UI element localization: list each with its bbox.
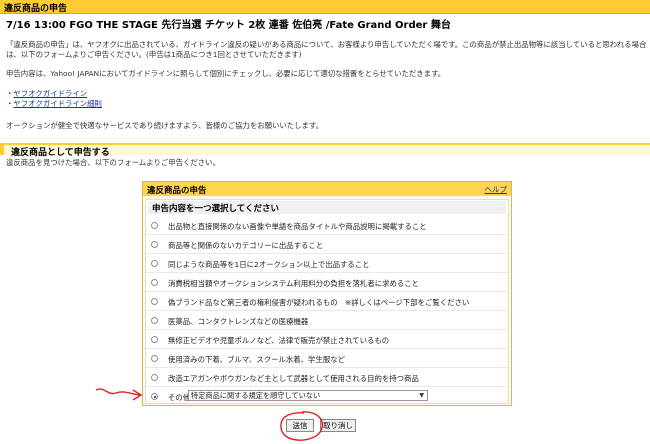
form-header: 違反商品の申告 ヘルプ xyxy=(143,182,511,196)
intro-text-2: は、以下のフォームよりご申告ください。(申告は1商品につき1回とさせていただきま… xyxy=(6,50,302,59)
radio-button[interactable] xyxy=(151,241,158,248)
option-label: 同じような商品等を1日に2オークション以上で出品すること xyxy=(168,260,370,269)
report-form: 違反商品の申告 ヘルプ 申告内容を一つ選択してください 出品物と直接関係のない画… xyxy=(142,181,512,406)
item-title: 7/16 13:00 FGO THE STAGE 先行当選 チケット 2枚 連番… xyxy=(6,20,451,31)
annotation-arrow-icon xyxy=(95,388,143,401)
option-row[interactable]: 同じような商品等を1日に2オークション以上で出品すること xyxy=(146,254,508,273)
option-row[interactable]: 消費税相当額やオークションシステム利用料分の負担を落札者に求めること xyxy=(146,273,508,292)
option-label: 医薬品、コンタクトレンズなどの医療機器 xyxy=(168,317,309,326)
option-label: 改造エアガンやボウガンなど主として武器として使用される目的を持つ商品 xyxy=(168,374,419,383)
radio-button[interactable] xyxy=(151,317,158,324)
section-header: 違反商品として申告する xyxy=(0,143,650,158)
guideline-links: ・ヤフオクガイドライン ・ヤフオクガイドライン細則 xyxy=(6,89,102,108)
select-value: 特定商品に関する規定を順守していない xyxy=(191,391,321,400)
option-row[interactable]: 商品等と関係のないカテゴリーに出品すること xyxy=(146,235,508,254)
radio-button-selected[interactable] xyxy=(151,393,158,400)
radio-button[interactable] xyxy=(151,355,158,362)
option-row[interactable]: 出品物と直接関係のない画像や単語を商品タイトルや商品説明に掲載すること xyxy=(146,216,508,235)
option-row[interactable]: 使用済みの下着、ブルマ、スクール水着、学生服など xyxy=(146,349,508,368)
question-label: 申告内容を一つ選択してください xyxy=(152,204,279,214)
section-title: 違反商品として申告する xyxy=(11,148,110,158)
dropdown-arrow-icon: ▼ xyxy=(419,392,424,399)
page-title: 違反商品の申告 xyxy=(4,4,68,14)
option-label: 使用済みの下着、ブルマ、スクール水着、学生服など xyxy=(168,355,346,364)
option-row[interactable]: 医薬品、コンタクトレンズなどの医療機器 xyxy=(146,311,508,330)
form-title: 違反商品の申告 xyxy=(147,186,207,196)
radio-button[interactable] xyxy=(151,260,158,267)
guideline-detail-link[interactable]: ヤフオクガイドライン細則 xyxy=(13,99,102,108)
option-label: 消費税相当額やオークションシステム利用料分の負担を落札者に求めること xyxy=(168,279,420,288)
radio-button[interactable] xyxy=(151,222,158,229)
other-reason-select[interactable]: 特定商品に関する規定を順守していない ▼ xyxy=(188,390,428,401)
option-row-other[interactable]: その他 特定商品に関する規定を順守していない ▼ xyxy=(146,387,508,406)
intro-text-1: 「違反商品の申告」は、ヤフオクに出品されている、ガイドライン違反の疑いがある商品… xyxy=(6,40,647,49)
option-label-other: その他 xyxy=(168,393,191,402)
radio-button[interactable] xyxy=(151,298,158,305)
guideline-link[interactable]: ヤフオクガイドライン xyxy=(13,89,87,98)
radio-button[interactable] xyxy=(151,374,158,381)
option-row[interactable]: 改造エアガンやボウガンなど主として武器として使用される目的を持つ商品 xyxy=(146,368,508,387)
page-header: 違反商品の申告 xyxy=(0,0,650,14)
option-label: 出品物と直接関係のない画像や単語を商品タイトルや商品説明に掲載すること xyxy=(168,222,427,231)
option-row[interactable]: 偽ブランド品など第三者の権利侵害が疑われるもの ※詳しくはページ下部をご覧くださ… xyxy=(146,292,508,311)
option-row[interactable]: 無修正ビデオや児童ポルノなど、法律で販売が禁止されているもの xyxy=(146,330,508,349)
help-link[interactable]: ヘルプ xyxy=(485,184,508,195)
section-description: 違反商品を見つけた場合、以下のフォームよりご申告ください。 xyxy=(6,158,220,167)
annotation-circle-icon xyxy=(280,411,324,441)
option-label: 無修正ビデオや児童ポルノなど、法律で販売が禁止されているもの xyxy=(168,336,390,345)
option-label: 商品等と関係のないカテゴリーに出品すること xyxy=(168,241,324,250)
radio-button[interactable] xyxy=(151,336,158,343)
intro-text-4: オークションが健全で快適なサービスであり続けますよう、皆様のご協力をお願いいたし… xyxy=(6,121,323,130)
options-panel: 申告内容を一つ選択してください 出品物と直接関係のない画像や単語を商品タイトルや… xyxy=(145,199,509,404)
options-heading: 申告内容を一つ選択してください xyxy=(148,201,506,214)
option-label: 偽ブランド品など第三者の権利侵害が疑われるもの ※詳しくはページ下部をご覧くださ… xyxy=(168,298,470,307)
intro-text-3: 申告内容は、Yahoo! JAPANにおいてガイドラインに照らして個別にチェック… xyxy=(6,69,446,78)
radio-button[interactable] xyxy=(151,279,158,286)
